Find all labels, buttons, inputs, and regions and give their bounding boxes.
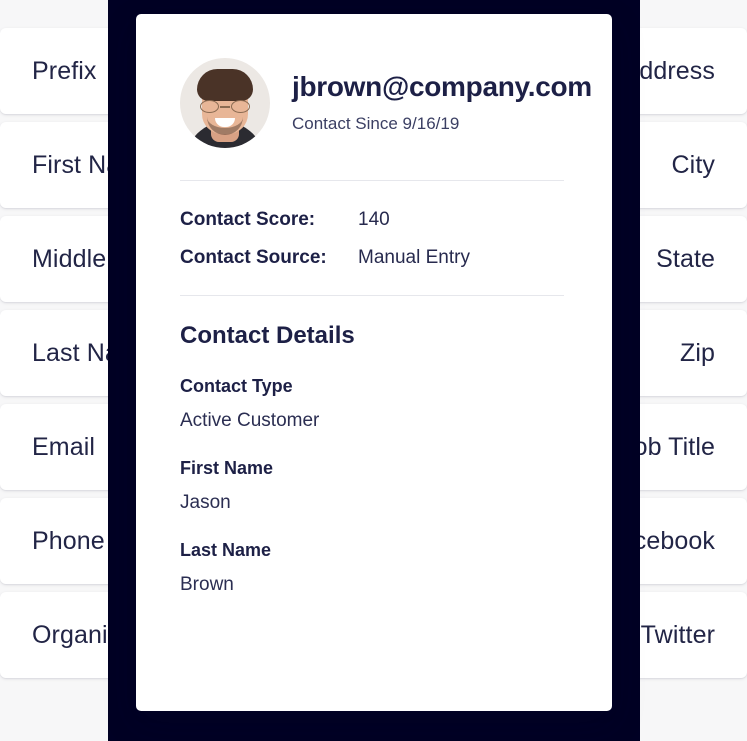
contact-detail-label: Last Name [180, 540, 272, 560]
form-field-label-left: Prefix [32, 56, 97, 85]
contact-details-list: Contact Type Active Customer First Name Jas… [180, 376, 568, 596]
contact-summary-key: Contact Score: [180, 209, 316, 230]
form-field-label-right: Twitter [640, 620, 715, 649]
form-field-label-left: Email [32, 432, 96, 461]
contact-since-label: Contact Since 9/16/19 [292, 114, 460, 134]
contact-summary-key: Contact Source: [180, 247, 327, 268]
contact-detail-block: Contact Type Active Customer [180, 376, 568, 432]
form-field-label-right: State [656, 244, 715, 273]
form-field-label-right: Zip [679, 338, 715, 367]
contact-summary-row: Contact Source: Manual Entry [180, 247, 568, 269]
contact-detail-label: First Name [180, 458, 274, 478]
contact-detail-block: First Name Jason [180, 458, 568, 514]
avatar-hair [197, 69, 253, 101]
contact-header-text: jbrown@company.com Contact Since 9/16/19 [292, 70, 592, 135]
contact-email: jbrown@company.com [292, 70, 592, 102]
form-field-label-left: Phone [32, 526, 105, 555]
contact-summary-value: 140 [358, 209, 390, 230]
contact-summary-row: Contact Score: 140 [180, 209, 568, 231]
form-field-label-right: City [671, 150, 715, 179]
contact-detail-value: Brown [180, 574, 234, 595]
contact-detail-label: Contact Type [180, 376, 293, 396]
contact-details-heading: Contact Details [180, 322, 355, 349]
contact-detail-value: Active Customer [180, 410, 320, 431]
contact-summary-list: Contact Score: 140 Contact Source: Manual E… [180, 181, 568, 295]
contact-details-section: Contact Details Contact Type Active Custo… [180, 296, 568, 596]
contact-detail-block: Last Name Brown [180, 540, 568, 596]
avatar [180, 58, 270, 148]
contact-summary-value: Manual Entry [358, 247, 470, 268]
contact-detail-card: jbrown@company.com Contact Since 9/16/19… [136, 14, 612, 711]
contact-card-header: jbrown@company.com Contact Since 9/16/19 [180, 58, 592, 180]
glasses-icon [199, 100, 251, 113]
contact-detail-value: Jason [180, 492, 231, 513]
